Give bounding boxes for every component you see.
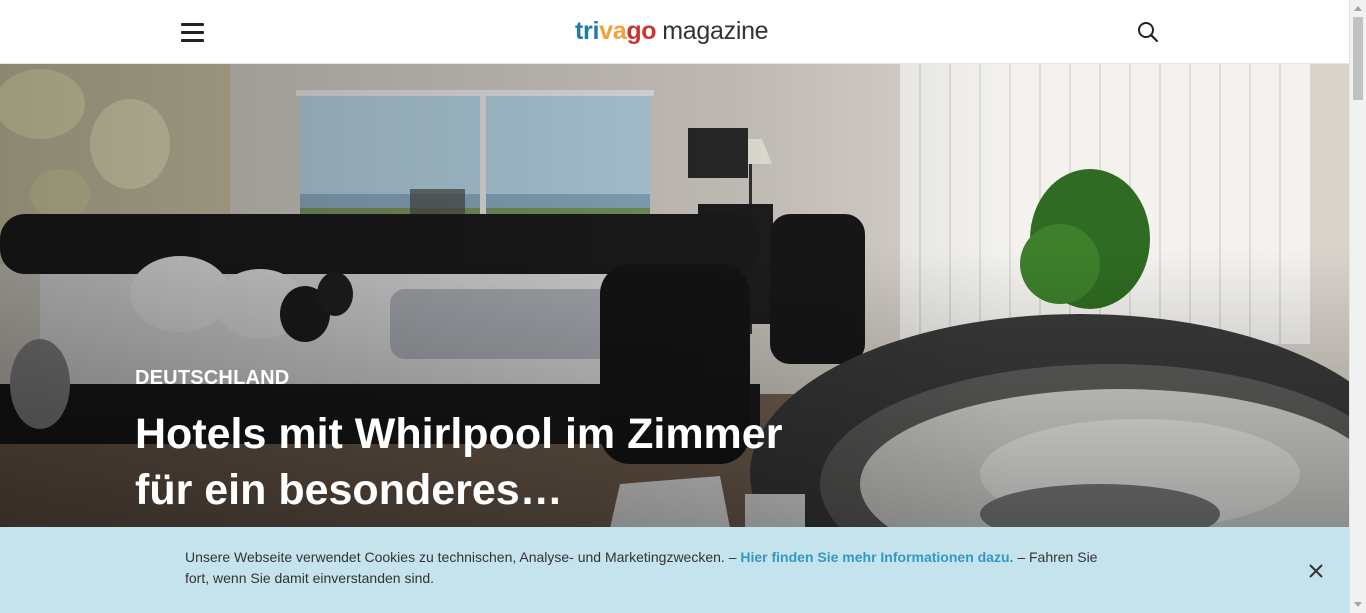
scroll-up-icon[interactable] <box>1354 6 1362 11</box>
hamburger-icon[interactable] <box>181 22 205 42</box>
cookie-info-link[interactable]: Hier finden Sie mehr Informationen dazu. <box>740 549 1013 565</box>
cookie-banner: Unsere Webseite verwendet Cookies zu tec… <box>0 527 1349 613</box>
logo-brand: trivago <box>575 17 657 45</box>
search-icon[interactable] <box>1136 20 1160 44</box>
cookie-text-before: Unsere Webseite verwendet Cookies zu tec… <box>185 549 737 565</box>
scroll-down-icon[interactable] <box>1354 602 1362 607</box>
close-icon[interactable] <box>1308 563 1324 579</box>
hero-article[interactable]: DEUTSCHLAND Hotels mit Whirlpool im Zimm… <box>0 64 1349 528</box>
site-logo[interactable]: trivago magazine <box>575 14 769 48</box>
article-title[interactable]: Hotels mit Whirlpool im Zimmer für ein b… <box>135 406 835 518</box>
logo-suffix: magazine <box>662 17 769 45</box>
scrollbar-thumb[interactable] <box>1353 17 1363 100</box>
cookie-text: Unsere Webseite verwendet Cookies zu tec… <box>185 547 1115 589</box>
page-scrollbar[interactable] <box>1349 0 1366 613</box>
article-category[interactable]: DEUTSCHLAND <box>135 367 289 390</box>
site-header: trivago magazine <box>0 0 1349 64</box>
